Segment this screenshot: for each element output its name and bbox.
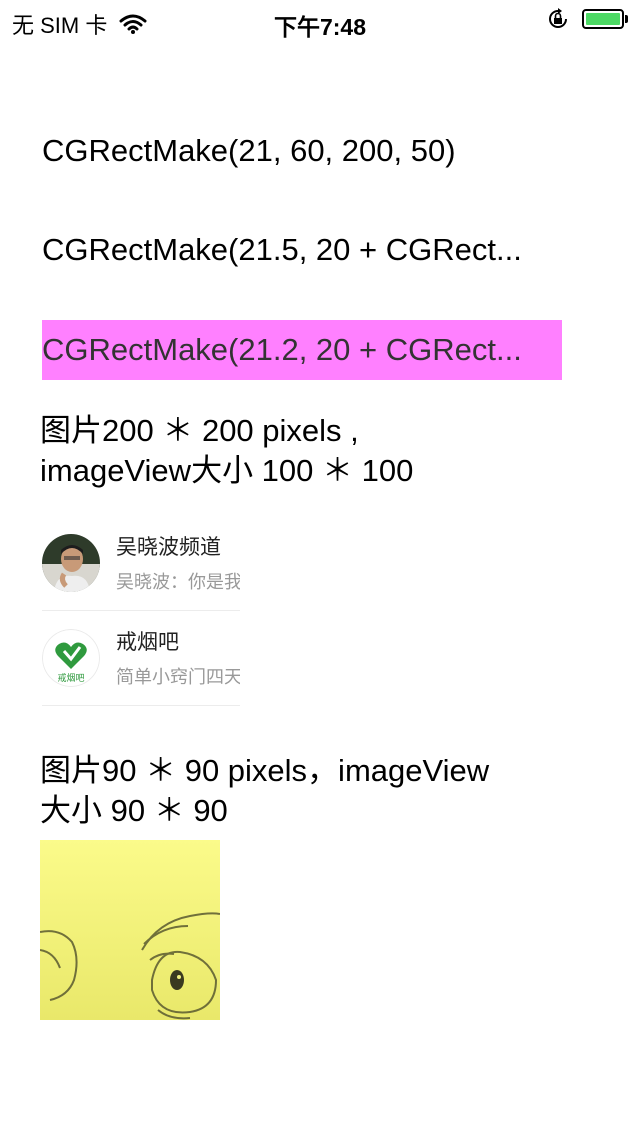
person-avatar-icon	[42, 534, 100, 592]
battery-fill	[586, 13, 620, 25]
label-rect-3: CGRectMake(21.2, 20 + CGRect...	[42, 320, 562, 380]
caption-image-200: 图片200 ＊ 200 pixels , imageView大小 100 ＊ 1…	[40, 411, 600, 491]
caption-line: 图片200 ＊ 200 pixels ,	[40, 413, 359, 448]
label-rect-2: CGRectMake(21.5, 20 + CGRect...	[42, 232, 522, 267]
list-item[interactable]: 戒烟吧 戒烟吧 简单小窍门四天	[42, 611, 240, 706]
caption-image-90: 图片90 ＊ 90 pixels，imageView 大小 90 ＊ 90	[40, 751, 600, 831]
list-item-subtitle: 吴晓波：你是我	[116, 572, 240, 592]
caption-line: 大小 90 ＊ 90	[40, 793, 228, 828]
status-bar: 无 SIM 卡 下午7:48	[0, 0, 640, 40]
caption-line: imageView大小 100 ＊ 100	[40, 453, 414, 488]
list-item[interactable]: 吴晓波频道 吴晓波：你是我	[42, 516, 240, 611]
screen: 无 SIM 卡 下午7:48 CGRectMake(21, 60, 200, 5…	[0, 0, 640, 1136]
heart-logo-icon: 戒烟吧	[42, 629, 100, 687]
list-item-subtitle: 简单小窍门四天	[116, 667, 240, 687]
caption-line: 图片90 ＊ 90 pixels，imageView	[40, 753, 490, 788]
label-rect-1: CGRectMake(21, 60, 200, 50)	[42, 133, 456, 168]
rotation-lock-icon	[549, 8, 567, 28]
battery-icon	[582, 9, 624, 29]
status-right	[546, 7, 628, 31]
chat-list: 吴晓波频道 吴晓波：你是我 戒烟吧 戒烟吧 简单小窍门四天	[42, 516, 240, 706]
list-item-title: 戒烟吧	[116, 631, 179, 654]
list-item-title: 吴晓波频道	[116, 536, 221, 559]
logo-text: 戒烟吧	[57, 672, 84, 683]
cartoon-eyes-image	[40, 840, 220, 1020]
battery-tip	[625, 15, 628, 23]
status-time: 下午7:48	[273, 14, 367, 40]
